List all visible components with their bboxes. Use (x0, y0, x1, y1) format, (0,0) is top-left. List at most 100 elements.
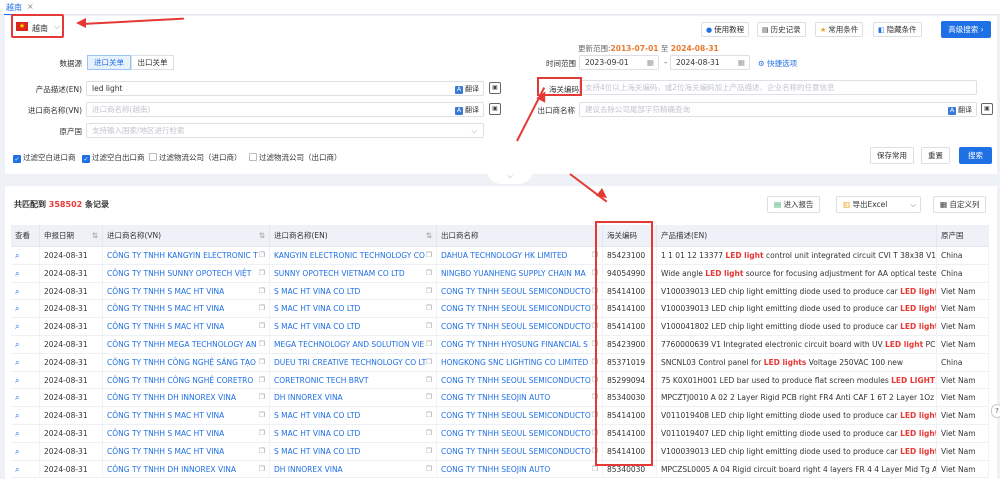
cell-exporter[interactable]: CONG TY TNHH SEOUL SEMICONDUCTO ❐ (437, 318, 603, 336)
date-end-input[interactable]: 2024-08-31 ▦ (670, 55, 750, 70)
reset-button[interactable]: 重置 (921, 147, 950, 164)
cell-exporter[interactable]: DAHUA TECHNOLOGY HK LIMITED ❐ (437, 247, 603, 265)
origin-select[interactable]: 支持输入国家/地区进行检索 ⌵ (86, 123, 484, 138)
filter-blank-exporter[interactable]: ✓ 过滤空白出口商 (82, 152, 145, 163)
cell-importer-vn[interactable]: CÔNG TY TNHH S MAC HT VINA ❐ (103, 318, 270, 336)
cell-exporter[interactable]: CONG TY TNHH SEOUL SEMICONDUCTO ❐ (437, 282, 603, 301)
cell-importer-en[interactable]: DH INNOREX VINA ❐ (270, 460, 437, 479)
copy-icon[interactable]: ❐ (426, 372, 432, 390)
sort-icon[interactable]: ⇅ (92, 225, 98, 247)
magnifier-icon[interactable]: ⌕ (15, 358, 19, 367)
cell-importer-en[interactable]: DUEU TRI CREATIVE TECHNOLOGY CO LT ❐ (270, 353, 437, 372)
magnifier-icon[interactable]: ⌕ (15, 447, 19, 456)
copy-icon[interactable]: ❐ (259, 389, 265, 407)
cell-importer-vn[interactable]: CÔNG TY TNHH CÔNG NGHỆ SÁNG TẠO ❐ (103, 353, 270, 372)
copy-icon[interactable]: ❐ (259, 443, 265, 461)
cell-importer-vn[interactable]: CÔNG TY TNHH DH INNOREX VINA ❐ (103, 460, 270, 479)
cell-importer-vn[interactable]: CÔNG TY TNHH S MAC HT VINA ❐ (103, 407, 270, 425)
clipboard-icon[interactable]: ▣ (489, 82, 501, 94)
cell-exporter[interactable]: CONG TY TNHH SEOUL SEMICONDUCTO ❐ (437, 407, 603, 425)
copy-icon[interactable]: ❐ (426, 283, 432, 301)
view-icon[interactable]: ⌕ (11, 442, 40, 461)
cell-exporter[interactable]: NINGBO YUANHENG SUPPLY CHAIN MA ❐ (437, 264, 603, 283)
clipboard-icon[interactable]: ▣ (981, 103, 993, 115)
cell-importer-vn[interactable]: CÔNG TY TNHH MEGA TECHNOLOGY AN ❐ (103, 336, 270, 354)
cell-exporter[interactable]: HONGKONG SNC LIGHTING CO LIMITED ❐ (437, 353, 603, 372)
filter-blank-importer[interactable]: ✓ 过滤空白进口商 (13, 152, 76, 163)
sort-icon[interactable]: ⇅ (426, 225, 432, 247)
view-icon[interactable]: ⌕ (11, 389, 40, 408)
translate-button[interactable]: A 翻译 (948, 104, 972, 116)
col-importer-en[interactable]: 进口商名称(EN) ⇅ (270, 225, 437, 247)
table-row[interactable]: ⌕ 2024-08-31 CÔNG TY TNHH CÔNG NGHỆ SÁNG T… (11, 353, 989, 372)
copy-icon[interactable]: ❐ (426, 389, 432, 407)
cell-importer-en[interactable]: MEGA TECHNOLOGY AND SOLUTION VIE ❐ (270, 336, 437, 354)
translate-button[interactable]: A 翻译 (455, 83, 479, 95)
cell-importer-en[interactable]: S MAC HT VINA CO LTD ❐ (270, 300, 437, 319)
cell-importer-vn[interactable]: CÔNG TY TNHH DH INNOREX VINA ❐ (103, 389, 270, 408)
copy-icon[interactable]: ❐ (259, 372, 265, 390)
magnifier-icon[interactable]: ⌕ (15, 393, 19, 402)
checkbox-icon[interactable] (149, 153, 157, 161)
cell-importer-en[interactable]: S MAC HT VINA CO LTD ❐ (270, 425, 437, 443)
cell-exporter[interactable]: CONG TY TNHH SEOUL SEMICONDUCTO ❐ (437, 442, 603, 461)
cell-importer-en[interactable]: S MAC HT VINA CO LTD ❐ (270, 318, 437, 336)
checkbox-icon[interactable] (249, 153, 257, 161)
cell-importer-vn[interactable]: CÔNG TY TNHH SUNNY OPOTECH VIỆT ❐ (103, 264, 270, 283)
hidden-conditions-button[interactable]: ◧ 隐藏条件 (873, 22, 922, 37)
table-row[interactable]: ⌕ 2024-08-31 CÔNG TY TNHH S MAC HT VINA ❐ S … (11, 425, 989, 443)
cell-exporter[interactable]: CONG TY TNHH HYOSUNG FINANCIAL S ❐ (437, 336, 603, 354)
cell-importer-en[interactable]: S MAC HT VINA CO LTD ❐ (270, 407, 437, 425)
view-icon[interactable]: ⌕ (11, 460, 40, 479)
hs-code-input[interactable]: 支持4位以上海关编码，或2位海关编码加上产品描述、企业名称的任意信息 (579, 80, 977, 95)
cell-importer-en[interactable]: KANGYIN ELECTRONIC TECHNOLOGY CO ❐ (270, 247, 437, 265)
help-icon[interactable]: ? (991, 404, 1000, 418)
copy-icon[interactable]: ❐ (259, 318, 265, 336)
advanced-search-button[interactable]: 高级搜索 › (941, 21, 991, 38)
cell-importer-en[interactable]: CORETRONIC TECH BRVT ❐ (270, 371, 437, 390)
table-row[interactable]: ⌕ 2024-08-31 CÔNG TY TNHH DH INNOREX VINA ❐… (11, 460, 989, 479)
checkbox-icon[interactable]: ✓ (13, 155, 21, 163)
col-importer-vn[interactable]: 进口商名称(VN) ⇅ (103, 225, 270, 247)
common-conditions-button[interactable]: ★ 常用条件 (815, 22, 864, 37)
copy-icon[interactable]: ❐ (259, 425, 265, 443)
magnifier-icon[interactable]: ⌕ (15, 287, 19, 296)
table-row[interactable]: ⌕ 2024-08-31 CÔNG TY TNHH S MAC HT VINA ❐ S … (11, 407, 989, 425)
checkbox-icon[interactable]: ✓ (82, 155, 90, 163)
cell-importer-vn[interactable]: CÔNG TY TNHH S MAC HT VINA ❐ (103, 425, 270, 443)
view-icon[interactable]: ⌕ (11, 407, 40, 425)
view-icon[interactable]: ⌕ (11, 318, 40, 336)
cell-importer-en[interactable]: SUNNY OPOTECH VIETNAM CO LTD ❐ (270, 264, 437, 283)
cell-importer-vn[interactable]: CÔNG TY TNHH CÔNG NGHỆ CORETRO ❐ (103, 371, 270, 390)
magnifier-icon[interactable]: ⌕ (15, 269, 19, 278)
exporter-input[interactable]: 建议去除公司尾部字符精确查询 A 翻译 (579, 102, 977, 117)
copy-icon[interactable]: ❐ (426, 336, 432, 354)
close-icon[interactable]: × (27, 2, 34, 11)
magnifier-icon[interactable]: ⌕ (15, 411, 19, 420)
copy-icon[interactable]: ❐ (259, 265, 265, 283)
table-row[interactable]: ⌕ 2024-08-31 CÔNG TY TNHH S MAC HT VINA ❐ S … (11, 442, 989, 461)
view-icon[interactable]: ⌕ (11, 300, 40, 319)
magnifier-icon[interactable]: ⌕ (15, 304, 19, 313)
cell-exporter[interactable]: CONG TY TNHH SEOUL SEMICONDUCTO ❐ (437, 300, 603, 319)
cell-importer-vn[interactable]: CÔNG TY TNHH S MAC HT VINA ❐ (103, 442, 270, 461)
table-row[interactable]: ⌕ 2024-08-31 CÔNG TY TNHH S MAC HT VINA ❐ S … (11, 282, 989, 301)
cell-importer-vn[interactable]: CÔNG TY TNHH S MAC HT VINA ❐ (103, 300, 270, 319)
view-icon[interactable]: ⌕ (11, 336, 40, 354)
copy-icon[interactable]: ❐ (259, 283, 265, 301)
cell-exporter[interactable]: CONG TY TNHH SEOJIN AUTO ❐ (437, 460, 603, 479)
table-row[interactable]: ⌕ 2024-08-31 CÔNG TY TNHH MEGA TECHNOLOGY … (11, 336, 989, 354)
copy-icon[interactable]: ❐ (426, 425, 432, 443)
copy-icon[interactable]: ❐ (259, 461, 265, 479)
date-start-input[interactable]: 2023-09-01 ▦ (579, 55, 659, 70)
table-row[interactable]: ⌕ 2024-08-31 CÔNG TY TNHH CÔNG NGHỆ CORETR… (11, 371, 989, 390)
save-common-button[interactable]: 保存常用 (870, 147, 914, 164)
cell-importer-en[interactable]: DH INNOREX VINA ❐ (270, 389, 437, 408)
custom-columns-button[interactable]: ▦ 自定义列 (933, 196, 987, 213)
view-icon[interactable]: ⌕ (11, 282, 40, 301)
magnifier-icon[interactable]: ⌕ (15, 322, 19, 331)
cell-exporter[interactable]: CONG TY TNHH SEOUL SEMICONDUCTO ❐ (437, 371, 603, 390)
product-input[interactable]: led light A 翻译 (86, 81, 484, 96)
copy-icon[interactable]: ❐ (259, 247, 265, 265)
copy-icon[interactable]: ❐ (259, 336, 265, 354)
